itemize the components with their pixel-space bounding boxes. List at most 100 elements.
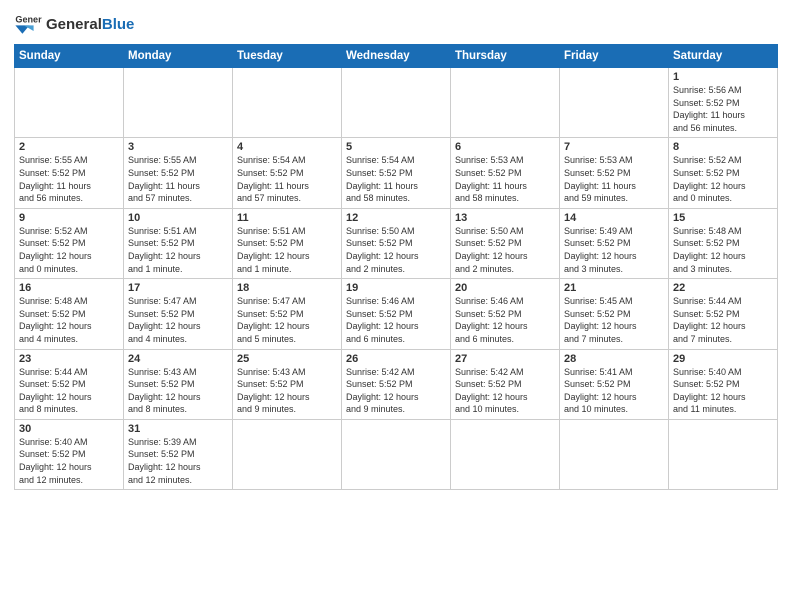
- logo-text: GeneralBlue: [46, 17, 134, 32]
- calendar-week-row: 9Sunrise: 5:52 AM Sunset: 5:52 PM Daylig…: [15, 208, 778, 278]
- day-number: 29: [673, 353, 773, 365]
- calendar-cell: 21Sunrise: 5:45 AM Sunset: 5:52 PM Dayli…: [560, 279, 669, 349]
- day-number: 19: [346, 282, 446, 294]
- calendar-week-row: 2Sunrise: 5:55 AM Sunset: 5:52 PM Daylig…: [15, 138, 778, 208]
- day-info: Sunrise: 5:50 AM Sunset: 5:52 PM Dayligh…: [346, 225, 446, 275]
- day-number: 23: [19, 353, 119, 365]
- calendar-cell: 24Sunrise: 5:43 AM Sunset: 5:52 PM Dayli…: [124, 349, 233, 419]
- day-number: 24: [128, 353, 228, 365]
- calendar-cell: 26Sunrise: 5:42 AM Sunset: 5:52 PM Dayli…: [342, 349, 451, 419]
- calendar-cell: 18Sunrise: 5:47 AM Sunset: 5:52 PM Dayli…: [233, 279, 342, 349]
- calendar-cell: 4Sunrise: 5:54 AM Sunset: 5:52 PM Daylig…: [233, 138, 342, 208]
- day-info: Sunrise: 5:50 AM Sunset: 5:52 PM Dayligh…: [455, 225, 555, 275]
- day-of-week-header: Monday: [124, 45, 233, 68]
- calendar-week-row: 1Sunrise: 5:56 AM Sunset: 5:52 PM Daylig…: [15, 68, 778, 138]
- calendar-cell: [15, 68, 124, 138]
- calendar-week-row: 16Sunrise: 5:48 AM Sunset: 5:52 PM Dayli…: [15, 279, 778, 349]
- calendar-cell: 8Sunrise: 5:52 AM Sunset: 5:52 PM Daylig…: [669, 138, 778, 208]
- calendar-cell: 15Sunrise: 5:48 AM Sunset: 5:52 PM Dayli…: [669, 208, 778, 278]
- day-info: Sunrise: 5:49 AM Sunset: 5:52 PM Dayligh…: [564, 225, 664, 275]
- day-number: 15: [673, 212, 773, 224]
- calendar: SundayMondayTuesdayWednesdayThursdayFrid…: [14, 44, 778, 490]
- day-info: Sunrise: 5:51 AM Sunset: 5:52 PM Dayligh…: [237, 225, 337, 275]
- day-info: Sunrise: 5:53 AM Sunset: 5:52 PM Dayligh…: [564, 154, 664, 204]
- page: General GeneralBlue SundayMondayTuesdayW…: [0, 0, 792, 612]
- day-info: Sunrise: 5:39 AM Sunset: 5:52 PM Dayligh…: [128, 436, 228, 486]
- calendar-cell: 29Sunrise: 5:40 AM Sunset: 5:52 PM Dayli…: [669, 349, 778, 419]
- day-number: 18: [237, 282, 337, 294]
- day-number: 4: [237, 141, 337, 153]
- day-number: 21: [564, 282, 664, 294]
- day-info: Sunrise: 5:54 AM Sunset: 5:52 PM Dayligh…: [237, 154, 337, 204]
- day-info: Sunrise: 5:44 AM Sunset: 5:52 PM Dayligh…: [19, 366, 119, 416]
- day-info: Sunrise: 5:42 AM Sunset: 5:52 PM Dayligh…: [455, 366, 555, 416]
- calendar-cell: 27Sunrise: 5:42 AM Sunset: 5:52 PM Dayli…: [451, 349, 560, 419]
- day-info: Sunrise: 5:52 AM Sunset: 5:52 PM Dayligh…: [673, 154, 773, 204]
- day-number: 8: [673, 141, 773, 153]
- day-info: Sunrise: 5:55 AM Sunset: 5:52 PM Dayligh…: [19, 154, 119, 204]
- day-number: 6: [455, 141, 555, 153]
- day-number: 10: [128, 212, 228, 224]
- calendar-cell: 3Sunrise: 5:55 AM Sunset: 5:52 PM Daylig…: [124, 138, 233, 208]
- day-number: 26: [346, 353, 446, 365]
- calendar-cell: 2Sunrise: 5:55 AM Sunset: 5:52 PM Daylig…: [15, 138, 124, 208]
- day-info: Sunrise: 5:55 AM Sunset: 5:52 PM Dayligh…: [128, 154, 228, 204]
- calendar-cell: 12Sunrise: 5:50 AM Sunset: 5:52 PM Dayli…: [342, 208, 451, 278]
- calendar-cell: 17Sunrise: 5:47 AM Sunset: 5:52 PM Dayli…: [124, 279, 233, 349]
- calendar-cell: 14Sunrise: 5:49 AM Sunset: 5:52 PM Dayli…: [560, 208, 669, 278]
- calendar-cell: [560, 68, 669, 138]
- day-info: Sunrise: 5:51 AM Sunset: 5:52 PM Dayligh…: [128, 225, 228, 275]
- day-number: 30: [19, 423, 119, 435]
- day-number: 17: [128, 282, 228, 294]
- day-number: 1: [673, 71, 773, 83]
- calendar-cell: 19Sunrise: 5:46 AM Sunset: 5:52 PM Dayli…: [342, 279, 451, 349]
- day-number: 13: [455, 212, 555, 224]
- day-number: 25: [237, 353, 337, 365]
- svg-text:General: General: [15, 15, 42, 25]
- calendar-cell: 13Sunrise: 5:50 AM Sunset: 5:52 PM Dayli…: [451, 208, 560, 278]
- day-info: Sunrise: 5:47 AM Sunset: 5:52 PM Dayligh…: [128, 295, 228, 345]
- day-info: Sunrise: 5:40 AM Sunset: 5:52 PM Dayligh…: [19, 436, 119, 486]
- day-info: Sunrise: 5:46 AM Sunset: 5:52 PM Dayligh…: [455, 295, 555, 345]
- day-info: Sunrise: 5:47 AM Sunset: 5:52 PM Dayligh…: [237, 295, 337, 345]
- day-of-week-header: Saturday: [669, 45, 778, 68]
- calendar-cell: 20Sunrise: 5:46 AM Sunset: 5:52 PM Dayli…: [451, 279, 560, 349]
- day-info: Sunrise: 5:44 AM Sunset: 5:52 PM Dayligh…: [673, 295, 773, 345]
- calendar-cell: 22Sunrise: 5:44 AM Sunset: 5:52 PM Dayli…: [669, 279, 778, 349]
- calendar-cell: 23Sunrise: 5:44 AM Sunset: 5:52 PM Dayli…: [15, 349, 124, 419]
- day-info: Sunrise: 5:48 AM Sunset: 5:52 PM Dayligh…: [19, 295, 119, 345]
- day-info: Sunrise: 5:52 AM Sunset: 5:52 PM Dayligh…: [19, 225, 119, 275]
- calendar-cell: [233, 68, 342, 138]
- day-number: 16: [19, 282, 119, 294]
- calendar-cell: [342, 419, 451, 489]
- day-info: Sunrise: 5:42 AM Sunset: 5:52 PM Dayligh…: [346, 366, 446, 416]
- day-of-week-header: Wednesday: [342, 45, 451, 68]
- day-number: 3: [128, 141, 228, 153]
- calendar-cell: 10Sunrise: 5:51 AM Sunset: 5:52 PM Dayli…: [124, 208, 233, 278]
- day-number: 2: [19, 141, 119, 153]
- day-number: 28: [564, 353, 664, 365]
- calendar-cell: 30Sunrise: 5:40 AM Sunset: 5:52 PM Dayli…: [15, 419, 124, 489]
- day-info: Sunrise: 5:40 AM Sunset: 5:52 PM Dayligh…: [673, 366, 773, 416]
- calendar-cell: [124, 68, 233, 138]
- day-number: 31: [128, 423, 228, 435]
- day-info: Sunrise: 5:53 AM Sunset: 5:52 PM Dayligh…: [455, 154, 555, 204]
- calendar-cell: 28Sunrise: 5:41 AM Sunset: 5:52 PM Dayli…: [560, 349, 669, 419]
- calendar-cell: [669, 419, 778, 489]
- calendar-cell: 25Sunrise: 5:43 AM Sunset: 5:52 PM Dayli…: [233, 349, 342, 419]
- calendar-cell: 31Sunrise: 5:39 AM Sunset: 5:52 PM Dayli…: [124, 419, 233, 489]
- day-info: Sunrise: 5:48 AM Sunset: 5:52 PM Dayligh…: [673, 225, 773, 275]
- logo: General GeneralBlue: [14, 10, 134, 38]
- calendar-cell: [560, 419, 669, 489]
- day-info: Sunrise: 5:43 AM Sunset: 5:52 PM Dayligh…: [128, 366, 228, 416]
- calendar-cell: 7Sunrise: 5:53 AM Sunset: 5:52 PM Daylig…: [560, 138, 669, 208]
- calendar-header-row: SundayMondayTuesdayWednesdayThursdayFrid…: [15, 45, 778, 68]
- day-number: 7: [564, 141, 664, 153]
- calendar-cell: [233, 419, 342, 489]
- day-info: Sunrise: 5:43 AM Sunset: 5:52 PM Dayligh…: [237, 366, 337, 416]
- calendar-cell: 5Sunrise: 5:54 AM Sunset: 5:52 PM Daylig…: [342, 138, 451, 208]
- day-info: Sunrise: 5:45 AM Sunset: 5:52 PM Dayligh…: [564, 295, 664, 345]
- header: General GeneralBlue: [14, 10, 778, 38]
- day-of-week-header: Sunday: [15, 45, 124, 68]
- calendar-cell: 11Sunrise: 5:51 AM Sunset: 5:52 PM Dayli…: [233, 208, 342, 278]
